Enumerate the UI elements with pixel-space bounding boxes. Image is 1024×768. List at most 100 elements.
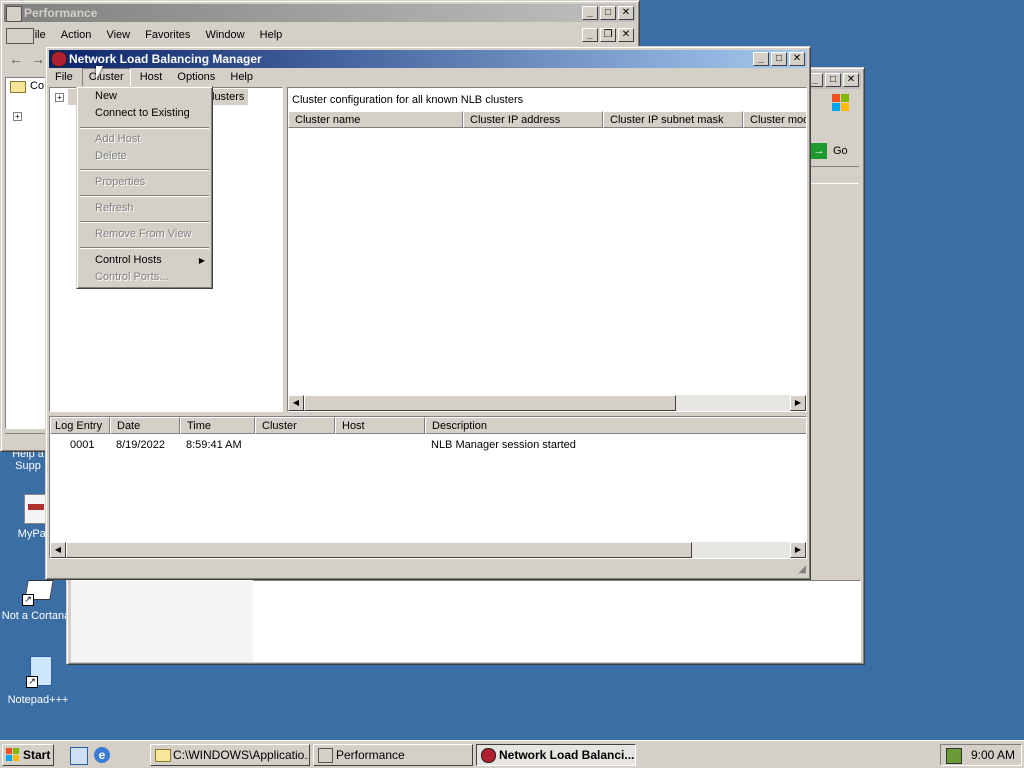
menu-view[interactable]: View <box>100 26 136 45</box>
close-button[interactable]: ✕ <box>618 6 634 20</box>
log-time-cell: 8:59:41 AM <box>186 439 242 451</box>
quicklaunch-desktop-icon[interactable] <box>70 747 88 765</box>
close-button[interactable]: ✕ <box>789 52 805 66</box>
maximize-button[interactable]: □ <box>825 73 841 87</box>
menu-item-connect-existing[interactable]: Connect to Existing <box>80 105 209 122</box>
menu-separator <box>80 195 209 197</box>
menu-options[interactable]: Options <box>171 68 221 87</box>
col-cluster-name[interactable]: Cluster name <box>288 111 463 128</box>
menu-item-properties[interactable]: Properties <box>80 174 209 191</box>
menu-item-refresh[interactable]: Refresh <box>80 200 209 217</box>
start-button[interactable]: Start <box>2 744 54 766</box>
menu-help[interactable]: Help <box>224 68 259 87</box>
col-cluster-mode[interactable]: Cluster mode <box>743 111 806 128</box>
scroll-right-button[interactable]: ▶ <box>790 395 806 411</box>
maximize-button[interactable]: □ <box>771 52 787 66</box>
child-minimize-button[interactable]: _ <box>582 28 598 42</box>
menu-item-delete[interactable]: Delete <box>80 148 209 165</box>
menu-help[interactable]: Help <box>254 26 289 45</box>
notepad-icon: ↗ <box>22 656 54 690</box>
mmc-doc-icon <box>6 28 34 44</box>
menu-item-new[interactable]: New <box>80 88 209 105</box>
maximize-button[interactable]: □ <box>600 6 616 20</box>
menu-action[interactable]: Action <box>55 26 98 45</box>
performance-titlebar[interactable]: Performance _ □ ✕ <box>4 4 636 22</box>
taskbar-item-performance-label: Performance <box>336 748 405 762</box>
performance-statusbar <box>5 433 49 450</box>
col-cluster-ip[interactable]: Cluster IP address <box>463 111 603 128</box>
col-cluster-subnet[interactable]: Cluster IP subnet mask <box>603 111 743 128</box>
performance-icon <box>318 748 333 763</box>
col-description[interactable]: Description <box>425 417 806 434</box>
back-arrow-icon[interactable]: ← <box>9 51 25 67</box>
desktop-icon-notepad-label: Notepad+++ <box>7 694 69 706</box>
minimize-button[interactable]: _ <box>582 6 598 20</box>
go-arrow-icon: → <box>811 143 827 159</box>
nlb-titlebar[interactable]: Network Load Balancing Manager _ □ ✕ <box>49 50 807 68</box>
tree-expand-icon[interactable]: + <box>55 93 64 102</box>
cluster-hscrollbar[interactable]: ◀ ▶ <box>288 395 806 411</box>
desktop-icon-notepad[interactable]: ↗ Notepad+++ <box>2 656 74 706</box>
menu-separator <box>80 169 209 171</box>
scroll-right-button[interactable]: ▶ <box>790 542 806 558</box>
mouse-cursor-icon <box>96 66 103 80</box>
go-button[interactable]: → Go <box>809 141 859 161</box>
quicklaunch-ie-icon[interactable]: e <box>94 747 110 763</box>
tree-item-console-root[interactable]: Co <box>30 80 44 92</box>
tree-expand-icon[interactable]: + <box>13 112 22 121</box>
menu-cluster[interactable]: Cluster <box>81 68 131 87</box>
menu-separator <box>80 221 209 223</box>
menu-separator <box>80 247 209 249</box>
menu-item-remove-from-view[interactable]: Remove From View <box>80 226 209 243</box>
minimize-button[interactable]: _ <box>753 52 769 66</box>
scroll-thumb[interactable] <box>304 395 676 411</box>
close-button[interactable]: ✕ <box>843 73 859 87</box>
performance-app-icon <box>6 6 22 22</box>
nlb-app-icon <box>51 51 67 67</box>
menu-host[interactable]: Host <box>134 68 169 87</box>
menu-window[interactable]: Window <box>199 26 250 45</box>
log-entry-cell: 0001 <box>70 439 95 451</box>
network-tray-icon[interactable] <box>946 748 962 764</box>
clock[interactable]: 9:00 AM <box>971 748 1015 762</box>
taskbar: Start e C:\WINDOWS\Applicatio... Perform… <box>0 740 1024 768</box>
taskbar-item-nlb-manager[interactable]: Network Load Balanci... <box>476 744 636 766</box>
taskbar-item-explorer[interactable]: C:\WINDOWS\Applicatio... <box>150 744 310 766</box>
cluster-list-header: Cluster name Cluster IP address Cluster … <box>288 111 806 128</box>
submenu-arrow-icon: ▶ <box>198 256 205 265</box>
folder-icon <box>10 81 26 93</box>
menu-favorites[interactable]: Favorites <box>139 26 196 45</box>
scroll-left-button[interactable]: ◀ <box>288 395 304 411</box>
scroll-thumb[interactable] <box>66 542 692 558</box>
col-date[interactable]: Date <box>110 417 180 434</box>
col-host[interactable]: Host <box>335 417 425 434</box>
menu-separator <box>80 127 209 129</box>
cluster-dropdown-menu: New Connect to Existing Add Host Delete … <box>76 86 213 289</box>
taskbar-item-performance[interactable]: Performance <box>313 744 473 766</box>
cluster-list-pane: Cluster configuration for all known NLB … <box>287 87 807 412</box>
desktop-icon-not-a-cortana-label: Not a Cortana <box>1 610 71 622</box>
cluster-panel-title: Cluster configuration for all known NLB … <box>292 94 524 106</box>
menu-file[interactable]: File <box>49 68 79 87</box>
not-a-cortana-icon: ↗ <box>20 578 54 606</box>
start-label: Start <box>23 748 51 762</box>
nlb-icon <box>481 748 496 763</box>
table-row[interactable]: 0001 8/19/2022 8:59:41 AM NLB Manager se… <box>50 437 806 453</box>
log-description-cell: NLB Manager session started <box>431 439 576 451</box>
col-log-entry[interactable]: Log Entry <box>50 417 110 434</box>
nlb-menubar: File Cluster Host Options Help <box>49 68 807 87</box>
go-label: Go <box>833 145 848 157</box>
col-time[interactable]: Time <box>180 417 255 434</box>
desktop-icon-not-a-cortana[interactable]: ↗ Not a Cortana <box>0 578 72 622</box>
scroll-left-button[interactable]: ◀ <box>50 542 66 558</box>
menu-item-control-hosts[interactable]: Control Hosts ▶ <box>80 252 209 269</box>
menu-item-control-ports[interactable]: Control Ports... <box>80 269 209 286</box>
resize-grip-icon[interactable]: ◢ <box>794 564 806 576</box>
back-window-bar <box>811 166 859 184</box>
menu-item-add-host[interactable]: Add Host <box>80 131 209 148</box>
child-close-button[interactable]: ✕ <box>618 28 634 42</box>
col-cluster[interactable]: Cluster <box>255 417 335 434</box>
child-restore-button[interactable]: ❐ <box>600 28 616 42</box>
taskbar-item-nlb-label: Network Load Balanci... <box>499 748 635 762</box>
log-hscrollbar[interactable]: ◀ ▶ <box>50 542 806 558</box>
